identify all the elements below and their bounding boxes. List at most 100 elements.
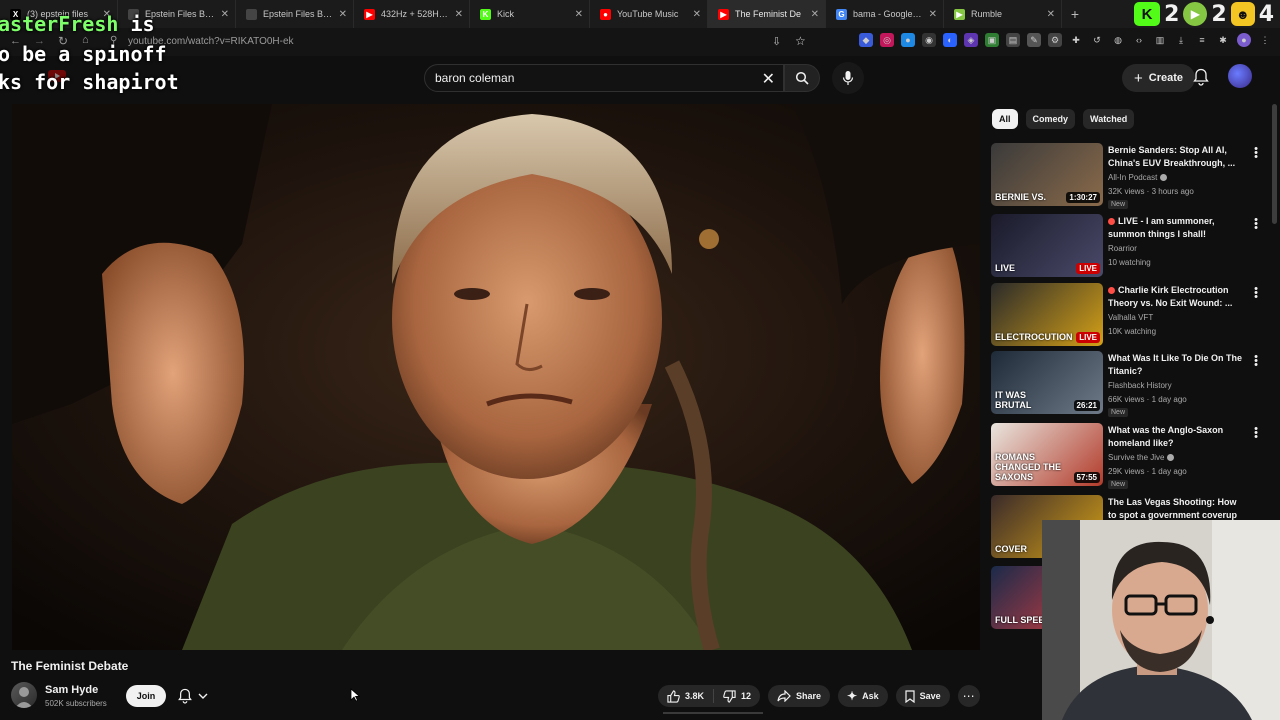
recommendation-item[interactable]: BERNIE VS. 1:30:27 Bernie Sanders: Stop Al… — [991, 143, 1269, 209]
account-avatar[interactable] — [1228, 64, 1252, 88]
kebab-menu-icon[interactable]: • • • — [1253, 284, 1259, 303]
mask-icon[interactable]: ☻ — [1230, 2, 1255, 26]
channel-name[interactable]: Sam Hyde — [45, 684, 98, 696]
notifications-button[interactable] — [1190, 66, 1212, 88]
extension-icon[interactable]: ◐ — [943, 33, 957, 47]
channel-avatar[interactable] — [11, 682, 37, 708]
browser-tab[interactable]: Epstein Files Browser ✕ — [236, 0, 354, 28]
recommendation-channel[interactable]: Survive the Jive — [1108, 453, 1175, 462]
tab-title: YouTube Music — [617, 9, 679, 19]
voice-search-button[interactable] — [832, 62, 864, 94]
extension-icon[interactable]: ✱ — [1216, 33, 1230, 47]
tab-title: 432Hz + 528Hz + 7 — [381, 9, 449, 19]
close-tab-icon[interactable]: ✕ — [693, 9, 701, 20]
recommendation-title[interactable]: The Las Vegas Shooting: How to spot a go… — [1108, 496, 1244, 523]
kebab-menu-icon[interactable]: • • • — [1253, 144, 1259, 163]
like-button[interactable]: 3.8K — [658, 685, 713, 707]
subscription-bell-button[interactable] — [174, 685, 218, 707]
recommendation-channel[interactable]: All-In Podcast — [1108, 173, 1168, 182]
more-actions-button[interactable]: ⋯ — [957, 685, 980, 707]
recommendation-title[interactable]: Charlie Kirk Electrocution Theory vs. No… — [1108, 284, 1244, 310]
extension-icon[interactable]: ● — [901, 33, 915, 47]
extension-icon[interactable]: ◈ — [964, 33, 978, 47]
recommendation-title[interactable]: What Was It Like To Die On The Titanic? — [1108, 352, 1244, 378]
kebab-menu-icon[interactable]: ⋮ — [1258, 33, 1272, 47]
download-icon[interactable]: ⤓ — [1174, 33, 1188, 47]
recommendation-title-text: What was the Anglo-Saxon homeland like? — [1108, 425, 1224, 448]
chip-comedy[interactable]: Comedy — [1025, 109, 1076, 129]
recommendation-channel[interactable]: Flashback History — [1108, 381, 1172, 390]
close-tab-icon[interactable]: ✕ — [811, 9, 819, 20]
video-thumbnail[interactable]: IT WAS BRUTAL 26:21 — [991, 351, 1103, 414]
recommendation-item[interactable]: IT WAS BRUTAL 26:21 What Was It Like To Di… — [991, 351, 1269, 417]
recommendation-channel[interactable]: Valhalla VFT — [1108, 313, 1153, 322]
recommendation-channel[interactable]: Roarrior — [1108, 244, 1137, 253]
create-button[interactable]: + Create — [1122, 64, 1196, 92]
kick-icon: K — [480, 8, 491, 20]
history-icon[interactable]: ↺ — [1090, 33, 1104, 47]
live-badge: LIVE — [1076, 332, 1100, 343]
extension-icon[interactable]: ◉ — [922, 33, 936, 47]
browser-tab[interactable]: Gbama - Google Sea ✕ — [826, 0, 944, 28]
extension-icon[interactable]: ▣ — [985, 33, 999, 47]
bookmark-star-icon[interactable]: ☆ — [795, 34, 806, 48]
sidepanel-icon[interactable]: ▥ — [1153, 33, 1167, 47]
kebab-menu-icon[interactable]: • • • — [1253, 424, 1259, 443]
chip-all[interactable]: All — [992, 109, 1018, 129]
sentiment-bar — [663, 712, 763, 714]
puzzle-icon[interactable]: ✚ — [1069, 33, 1083, 47]
extension-icon[interactable]: ◎ — [880, 33, 894, 47]
browser-tab[interactable]: ▶ Rumble ✕ — [944, 0, 1062, 28]
search-button[interactable] — [784, 64, 820, 92]
recommendation-item[interactable]: ELECTROCUTION LIVE Charlie Kirk Electrocut… — [991, 283, 1269, 347]
recommendation-item[interactable]: LIVE LIVE LIVE - I am summoner, summon thi… — [991, 214, 1269, 278]
new-tab-icon[interactable]: + — [1062, 6, 1088, 22]
thumbnail-text: LIVE — [995, 263, 1016, 273]
close-tab-icon[interactable]: ✕ — [575, 9, 583, 20]
close-tab-icon[interactable]: ✕ — [455, 9, 463, 20]
close-tab-icon[interactable]: ✕ — [221, 9, 229, 20]
close-tab-icon[interactable]: ✕ — [339, 9, 347, 20]
close-tab-icon[interactable]: ✕ — [929, 9, 937, 20]
extension-icon[interactable]: ⚙ — [1048, 33, 1062, 47]
subscriber-count: 502K subscribers — [45, 699, 107, 708]
ask-button[interactable]: ✦ Ask — [838, 685, 888, 707]
recommendation-title[interactable]: Bernie Sanders: Stop All AI, China's EUV… — [1108, 144, 1244, 170]
kick-badge[interactable]: K — [1134, 2, 1161, 26]
save-button[interactable]: Save — [895, 685, 950, 707]
video-player[interactable] — [12, 104, 980, 650]
video-thumbnail[interactable]: LIVE LIVE — [991, 214, 1103, 277]
recommendation-title[interactable]: What was the Anglo-Saxon homeland like? — [1108, 424, 1244, 450]
browser-tab[interactable]: ▶ 432Hz + 528Hz + 7 ✕ — [354, 0, 470, 28]
extension-icon[interactable]: ◆ — [859, 33, 873, 47]
browser-tab[interactable]: ▶ The Feminist De ✕ — [708, 0, 826, 28]
browser-tab[interactable]: K Kick ✕ — [470, 0, 590, 28]
close-tab-icon[interactable]: ✕ — [1047, 9, 1055, 20]
extension-icon[interactable]: ◍ — [1111, 33, 1125, 47]
join-button[interactable]: Join — [126, 685, 166, 707]
code-icon[interactable]: ‹› — [1132, 33, 1146, 47]
search-input[interactable]: baron coleman ✕ — [424, 64, 784, 92]
sidebar-scrollbar[interactable] — [1272, 104, 1277, 224]
browser-tab[interactable]: ● YouTube Music ✕ — [590, 0, 708, 28]
recommendation-title-text: Charlie Kirk Electrocution Theory vs. No… — [1108, 285, 1233, 308]
extension-icon[interactable]: ✎ — [1027, 33, 1041, 47]
profile-icon[interactable]: ● — [1237, 33, 1251, 47]
new-badge: New — [1108, 200, 1129, 209]
clear-search-icon[interactable]: ✕ — [762, 69, 775, 89]
rumble-play-icon[interactable]: ▶ — [1183, 2, 1208, 26]
recommendation-title[interactable]: LIVE - I am summoner, summon things I sh… — [1108, 215, 1244, 241]
dislike-button[interactable]: 12 — [714, 685, 760, 707]
chip-watched[interactable]: Watched — [1083, 109, 1135, 129]
kebab-menu-icon[interactable]: • • • — [1253, 215, 1259, 234]
recommendation-item[interactable]: ROMANS CHANGED THE SAXONS 57:55 What was t… — [991, 423, 1269, 489]
recommendation-meta: 32K views · 3 hours ago — [1108, 187, 1194, 196]
video-thumbnail[interactable]: ROMANS CHANGED THE SAXONS 57:55 — [991, 423, 1103, 486]
extension-icon[interactable]: ▤ — [1006, 33, 1020, 47]
menu-icon[interactable]: ≡ — [1195, 33, 1209, 47]
kebab-menu-icon[interactable]: • • • — [1253, 352, 1259, 371]
video-thumbnail[interactable]: BERNIE VS. 1:30:27 — [991, 143, 1103, 206]
video-thumbnail[interactable]: ELECTROCUTION LIVE — [991, 283, 1103, 346]
install-icon[interactable]: ⇩ — [772, 35, 781, 48]
share-button[interactable]: Share — [768, 685, 831, 707]
